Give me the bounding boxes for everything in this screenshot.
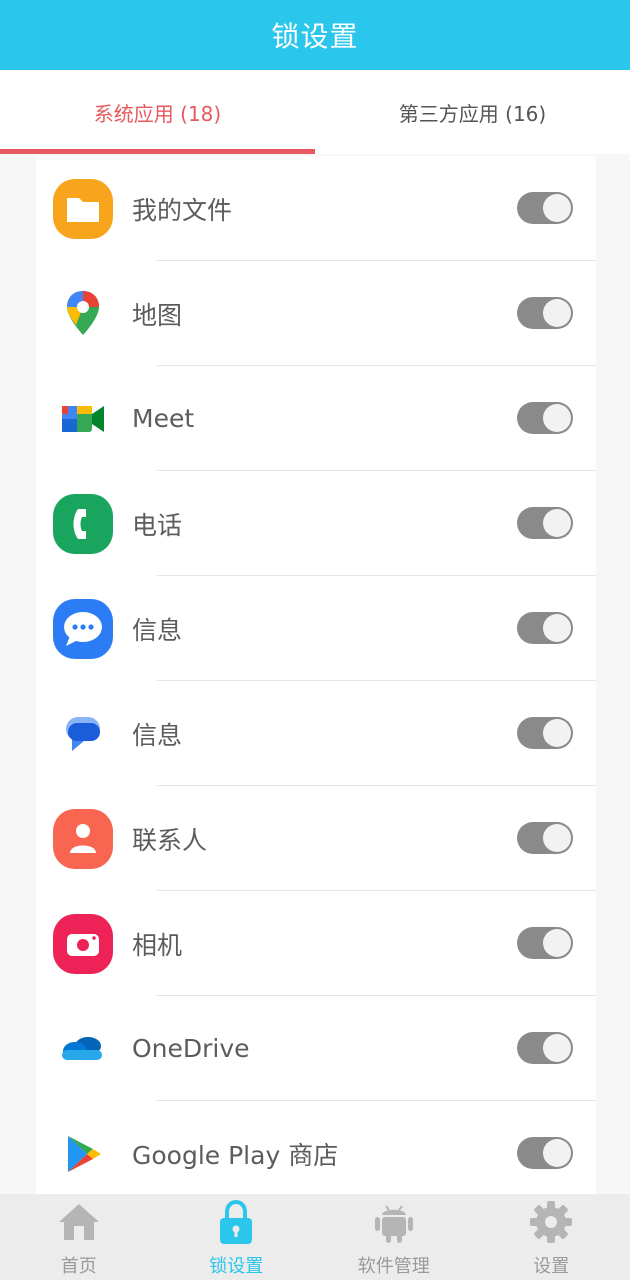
app-name: 联系人 <box>132 825 208 855</box>
toggle-knob <box>543 824 571 852</box>
list-item[interactable]: Meet <box>36 366 596 471</box>
list-item[interactable]: 相机 <box>36 891 596 996</box>
list-item[interactable]: 联系人 <box>36 786 596 891</box>
list-item[interactable]: 信息 <box>36 576 596 681</box>
camera-icon <box>52 913 114 975</box>
app-name: 电话 <box>132 510 183 540</box>
toggle-knob <box>543 1139 571 1167</box>
nav-settings[interactable]: 设置 <box>473 1194 630 1280</box>
nav-label: 首页 <box>60 1256 97 1277</box>
list-item[interactable]: OneDrive <box>36 996 596 1101</box>
lock-toggle[interactable] <box>517 1032 573 1064</box>
toggle-knob <box>543 509 571 537</box>
tab-bar: 系统应用 (18) 第三方应用 (16) <box>0 70 630 154</box>
list-item[interactable]: 地图 <box>36 261 596 366</box>
chat-bubble-icon <box>52 598 114 660</box>
list-item[interactable]: 信息 <box>36 681 596 786</box>
video-camera-icon <box>52 388 114 450</box>
toggle-knob <box>543 404 571 432</box>
app-name: Google Play 商店 <box>132 1140 339 1170</box>
lock-toggle[interactable] <box>517 402 573 434</box>
android-icon <box>370 1198 418 1246</box>
app-name: 信息 <box>132 615 183 645</box>
folder-icon <box>52 178 114 240</box>
lock-toggle[interactable] <box>517 192 573 224</box>
app-name: 相机 <box>132 930 183 960</box>
map-pin-icon <box>52 283 114 345</box>
app-name: 信息 <box>132 720 183 750</box>
list-item[interactable]: 我的文件 <box>36 156 596 261</box>
bottom-nav: 首页 锁设置 软件管理 设置 <box>0 1194 630 1280</box>
home-icon <box>55 1198 103 1246</box>
toggle-knob <box>543 1034 571 1062</box>
cloud-icon <box>52 1018 114 1080</box>
lock-toggle[interactable] <box>517 822 573 854</box>
list-item[interactable]: 电话 <box>36 471 596 576</box>
nav-label: 软件管理 <box>357 1256 430 1277</box>
gear-icon <box>527 1198 575 1246</box>
page-title: 锁设置 <box>271 20 359 53</box>
phone-icon <box>52 493 114 555</box>
tab-third-party-apps[interactable]: 第三方应用 (16) <box>315 70 630 154</box>
play-store-icon <box>52 1123 114 1185</box>
person-icon <box>52 808 114 870</box>
lock-toggle[interactable] <box>517 927 573 959</box>
app-name: OneDrive <box>132 1034 250 1063</box>
app-list: 我的文件 地图 Meet 电话 信息 信息 联系人 相机 OneDrive Go… <box>36 156 596 1194</box>
tab-system-apps[interactable]: 系统应用 (18) <box>0 70 315 154</box>
lock-icon <box>212 1198 260 1246</box>
toggle-knob <box>543 929 571 957</box>
list-item[interactable]: Google Play 商店 <box>36 1101 596 1194</box>
lock-toggle[interactable] <box>517 612 573 644</box>
app-name: Meet <box>132 404 195 433</box>
app-name: 地图 <box>132 300 183 330</box>
app-header: 锁设置 <box>0 0 630 70</box>
nav-software-management[interactable]: 软件管理 <box>315 1194 473 1280</box>
toggle-knob <box>543 194 571 222</box>
app-name: 我的文件 <box>132 195 233 225</box>
lock-toggle[interactable] <box>517 507 573 539</box>
nav-label: 设置 <box>533 1256 570 1277</box>
nav-label: 锁设置 <box>209 1256 264 1277</box>
toggle-knob <box>543 299 571 327</box>
nav-home[interactable]: 首页 <box>0 1194 158 1280</box>
message-bubble-icon <box>52 703 114 765</box>
toggle-knob <box>543 614 571 642</box>
lock-toggle[interactable] <box>517 297 573 329</box>
toggle-knob <box>543 719 571 747</box>
lock-toggle[interactable] <box>517 717 573 749</box>
nav-lock-settings[interactable]: 锁设置 <box>158 1194 316 1280</box>
lock-toggle[interactable] <box>517 1137 573 1169</box>
